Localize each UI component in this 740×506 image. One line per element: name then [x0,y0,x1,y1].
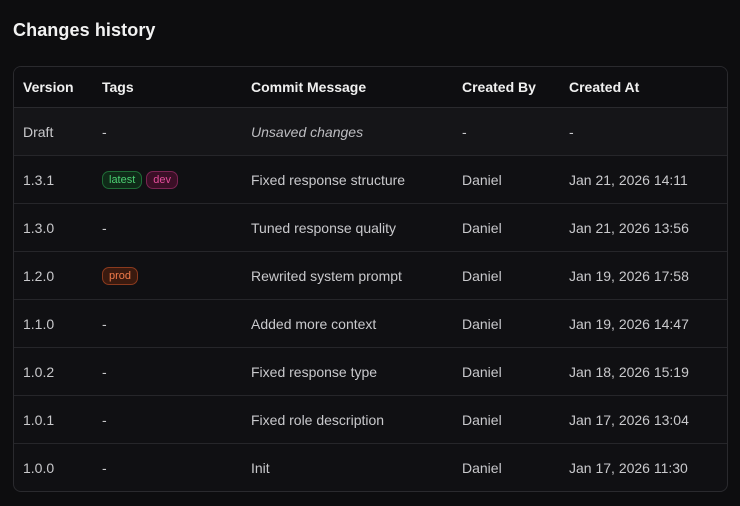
table-row[interactable]: 1.0.1- Fixed role description Daniel Jan 17… [14,395,727,444]
cell-tags: - [93,395,242,444]
table-row[interactable]: 1.2.0 prod Rewrited system prompt Daniel Jan… [14,251,727,300]
cell-tags: prod [93,251,242,300]
cell-commit-message: Tuned response quality [242,203,453,252]
cell-tags: - [93,203,242,252]
cell-created-by: - [453,107,560,156]
cell-version: 1.0.2 [14,347,93,396]
cell-version: 1.0.1 [14,395,93,444]
table-row-draft[interactable]: Draft - Unsaved changes - - [14,107,727,156]
cell-created-by: Daniel [453,251,560,300]
tag-badge-latest: latest [102,170,143,189]
table-row[interactable]: 1.3.0- Tuned response quality Daniel Jan 21… [14,203,727,252]
page-title: Changes history [13,20,156,40]
cell-commit-message: Fixed role description [242,395,453,444]
cell-created-by: Daniel [453,203,560,252]
table-header-row: Version Tags Commit Message Created By C… [14,67,727,108]
tag-badge-dev: dev [146,170,179,189]
cell-version: Draft [14,107,93,156]
cell-version: 1.1.0 [14,299,93,348]
table-row[interactable]: 1.0.0 - Init Daniel Jan 17, 2026 11:30 [14,444,727,492]
cell-created-by: Daniel [453,155,560,204]
cell-version: 1.3.1 [14,155,93,204]
cell-created-at: Jan 17, 2026 11:30 [569,459,688,476]
cell-created-at: Jan 21, 2026 14:11 [560,155,727,204]
cell-tags: - [93,347,242,396]
cell-created-at: Jan 18, 2026 15:19 [560,347,727,396]
column-header-tags[interactable]: Tags [93,67,242,108]
column-header-version[interactable]: Version [14,67,93,108]
cell-tags: - [93,299,242,348]
cell-commit-message: Init [251,459,270,476]
cell-commit-message: Added more context [242,299,453,348]
cell-created-at: Jan 19, 2026 17:58 [560,251,727,300]
cell-created-at: Jan 17, 2026 13:04 [560,395,727,444]
cell-commit-message: Unsaved changes [242,107,453,156]
column-header-created-at[interactable]: Created At [560,67,727,108]
cell-created-at: - [560,107,727,156]
cell-created-by: Daniel [453,299,560,348]
tag-badge-prod: prod [102,266,139,285]
cell-tags: - [93,107,242,156]
table-row[interactable]: 1.1.0- Added more context Daniel Jan 19, 20… [14,299,727,348]
column-header-commit-message[interactable]: Commit Message [242,67,453,108]
changes-table-container: Version Tags Commit Message Created By C… [13,66,728,492]
cell-version: 1.3.0 [14,203,93,252]
cell-created-by: Daniel [453,395,560,444]
changes-history-page: Changes history Version Tags Commit Mess… [0,0,740,506]
cell-commit-message: Fixed response type [242,347,453,396]
cell-tags: latest dev [93,155,242,204]
table-row[interactable]: 1.0.2- Fixed response type Daniel Jan 18, 2… [14,347,727,396]
table-body: Draft - Unsaved changes - -1.3.1 latest dev Fix… [14,107,727,492]
cell-created-by: Daniel [453,347,560,396]
cell-commit-message: Rewrited system prompt [242,251,453,300]
cell-version: 1.2.0 [14,251,93,300]
changes-table: Version Tags Commit Message Created By C… [14,67,727,491]
cell-commit-message: Fixed response structure [242,155,453,204]
column-header-created-by[interactable]: Created By [453,67,560,108]
cell-created-at: Jan 19, 2026 14:47 [560,299,727,348]
cell-tags: - [102,459,107,476]
table-row[interactable]: 1.3.1 latest dev Fixed response structure Da… [14,155,727,204]
cell-created-by: Daniel [462,459,502,476]
cell-version: 1.0.0 [23,459,55,476]
cell-created-at: Jan 21, 2026 13:56 [560,203,727,252]
